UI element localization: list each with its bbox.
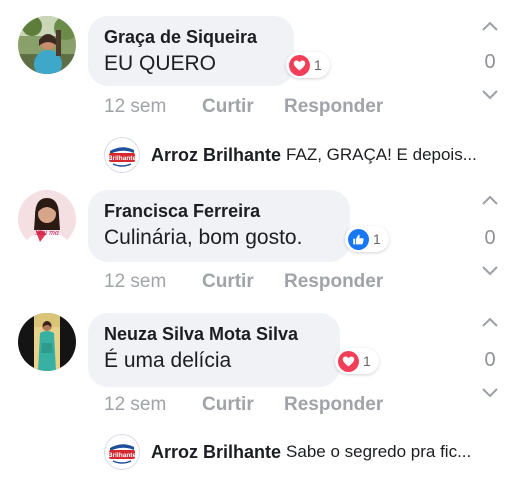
page-logo: Brilhante — [104, 434, 140, 470]
reply-author[interactable]: Arroz Brilhante — [151, 145, 281, 166]
heart-icon — [338, 350, 359, 372]
comment-bubble: Neuza Silva Mota Silva É uma delícia — [88, 313, 340, 387]
chevron-down-icon[interactable] — [475, 387, 505, 399]
reaction-count: 1 — [373, 231, 381, 247]
reaction-count: 1 — [363, 353, 371, 369]
comment-author[interactable]: Francisca Ferreira — [104, 200, 334, 222]
reply-preview[interactable]: Brilhante Arroz Brilhante FAZ, GRAÇA! E … — [104, 135, 477, 175]
like-button[interactable]: Curtir — [202, 393, 254, 417]
comment-text: Culinária, bom gosto. — [104, 226, 303, 249]
reply-text: FAZ, GRAÇA! E depois... — [286, 145, 477, 164]
comment-bubble: Francisca Ferreira Culinária, bom gosto. — [88, 190, 350, 262]
reply-button[interactable]: Responder — [284, 393, 383, 417]
comment-text: EU QUERO — [104, 52, 217, 75]
reaction-badge[interactable]: 1 — [345, 226, 389, 252]
avatar[interactable] — [18, 313, 76, 371]
chevron-up-icon[interactable] — [475, 316, 505, 328]
chevron-up-icon[interactable] — [475, 194, 505, 206]
chevron-up-icon[interactable] — [475, 20, 505, 32]
logo-text: Brilhante — [108, 452, 137, 459]
avatar[interactable]: Sou ma — [18, 190, 76, 248]
vote-count: 0 — [484, 51, 496, 73]
comments-page: Graça de Siqueira EU QUERO 1 12 sem Curt… — [0, 0, 509, 488]
page-logo: Brilhante — [104, 137, 140, 173]
reply-preview[interactable]: Brilhante Arroz Brilhante Sabe o segredo… — [104, 432, 471, 472]
thumbs-up-icon — [348, 228, 369, 250]
avatar[interactable] — [18, 16, 76, 74]
comment-bubble: Graça de Siqueira EU QUERO — [88, 16, 294, 86]
reaction-count: 1 — [314, 57, 322, 73]
avatar-caption: Sou ma — [35, 228, 59, 237]
reply-author[interactable]: Arroz Brilhante — [151, 442, 281, 463]
logo-text: Brilhante — [108, 155, 137, 162]
chevron-down-icon[interactable] — [475, 89, 505, 101]
like-button[interactable]: Curtir — [202, 270, 254, 294]
reaction-badge[interactable]: 1 — [335, 348, 379, 374]
vote-count: 0 — [484, 349, 496, 371]
reply-text: Sabe o segredo pra fic... — [286, 442, 472, 461]
comment-time: 12 sem — [104, 96, 167, 117]
comment-actions: 12 sem Curtir Responder — [104, 95, 383, 119]
like-button[interactable]: Curtir — [202, 95, 254, 119]
avatar-photo: Sou ma — [18, 190, 76, 248]
comment-author[interactable]: Graça de Siqueira — [104, 26, 278, 48]
heart-icon — [289, 54, 310, 76]
vote-column: 0 — [475, 194, 505, 277]
vote-count: 0 — [484, 227, 496, 249]
comment-time: 12 sem — [104, 271, 167, 292]
comment-text: É uma delícia — [104, 349, 232, 372]
comment-author[interactable]: Neuza Silva Mota Silva — [104, 323, 324, 345]
reply-button[interactable]: Responder — [284, 270, 383, 294]
reaction-badge[interactable]: 1 — [286, 52, 330, 78]
comment-actions: 12 sem Curtir Responder — [104, 393, 383, 417]
chevron-down-icon[interactable] — [475, 265, 505, 277]
avatar-photo — [18, 16, 76, 74]
avatar-photo — [18, 313, 76, 371]
reply-button[interactable]: Responder — [284, 95, 383, 119]
vote-column: 0 — [475, 20, 505, 101]
comment-time: 12 sem — [104, 394, 167, 415]
vote-column: 0 — [475, 316, 505, 399]
comment-actions: 12 sem Curtir Responder — [104, 270, 383, 294]
